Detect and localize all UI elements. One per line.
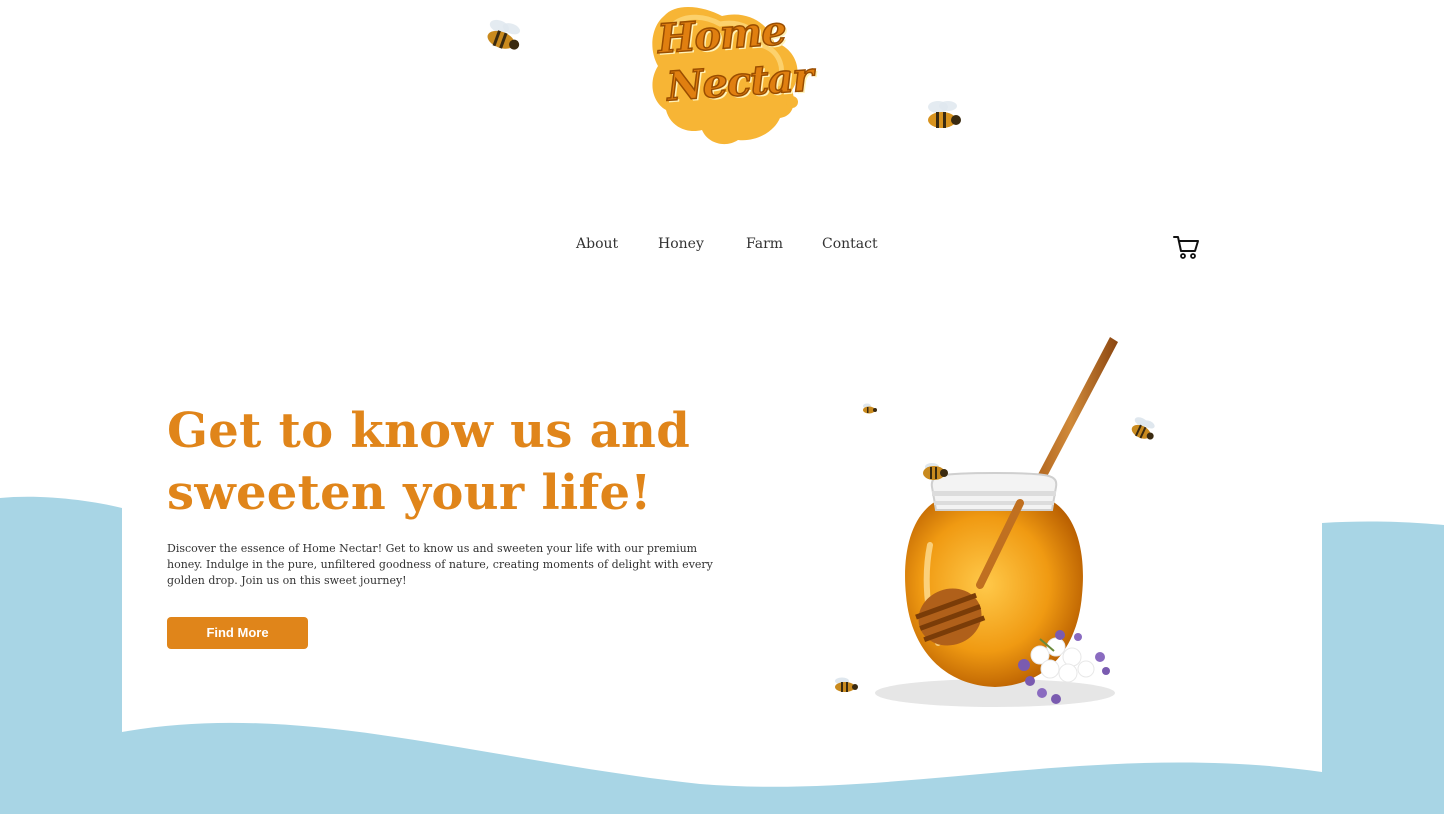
main-nav: About Honey Farm Contact (0, 236, 1444, 256)
logo-line2: Nectar (665, 53, 815, 112)
brand-logo[interactable]: Home Nectar (646, 2, 815, 148)
landing-page: Home Nectar About Honey Farm Contact Get… (0, 0, 1444, 814)
hero-title: Get to know us and sweeten your life! (167, 400, 767, 524)
honey-jar-image (820, 325, 1180, 735)
hero-title-line2: sweeten your life! (167, 465, 652, 521)
nav-item-farm[interactable]: Farm (746, 236, 783, 252)
hero-description: Discover the essence of Home Nectar! Get… (167, 542, 713, 587)
nav-item-about[interactable]: About (576, 236, 618, 252)
bee-icon (918, 98, 968, 134)
nav-item-honey[interactable]: Honey (658, 236, 704, 252)
hero-title-line1: Get to know us and (167, 403, 691, 459)
logo-wordmark: Home Nectar (655, 6, 815, 112)
nav-item-contact[interactable]: Contact (822, 236, 878, 252)
shopping-cart-icon[interactable] (1172, 234, 1200, 260)
find-more-button[interactable]: Find More (167, 617, 308, 649)
